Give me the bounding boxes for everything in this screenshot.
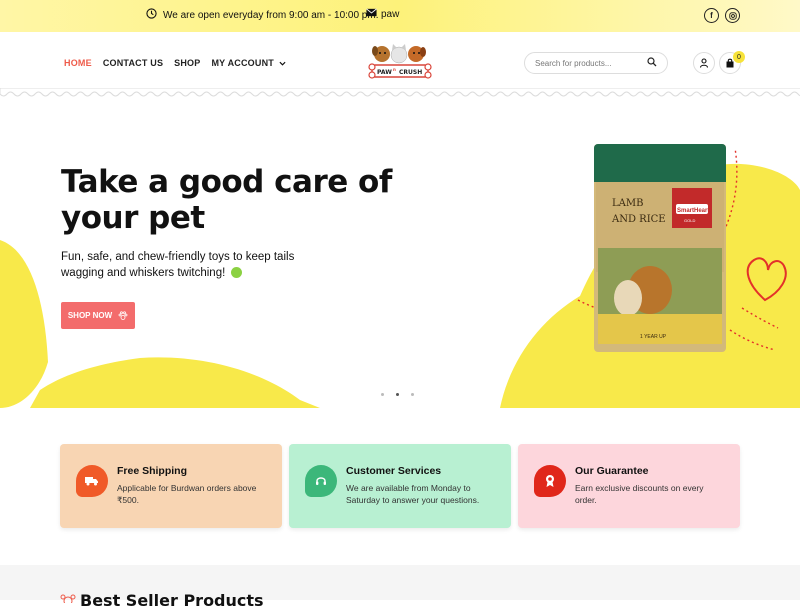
site-logo[interactable]: PAW n CRUSH xyxy=(366,41,434,85)
best-seller-section: Best Seller Products xyxy=(0,565,800,610)
product-brand: SmartHeart xyxy=(677,208,709,214)
logo-text-mid: n xyxy=(393,67,396,72)
nav-home[interactable]: HOME xyxy=(64,58,92,68)
product-sub-brand: GOLD xyxy=(684,218,695,223)
shop-now-label: SHOP NOW xyxy=(67,311,113,320)
nav-my-account-label: MY ACCOUNT xyxy=(211,58,274,68)
features-section: Free Shipping Applicable for Burdwan ord… xyxy=(0,408,800,565)
headset-icon xyxy=(305,465,337,497)
nav-my-account[interactable]: MY ACCOUNT xyxy=(211,58,286,68)
slider-dots xyxy=(381,393,414,396)
product-image[interactable]: LAMB AND RICE SmartHeart GOLD 1 YEAR UP xyxy=(594,144,726,352)
section-title: Best Seller Products xyxy=(80,591,264,610)
chevron-down-icon xyxy=(279,61,286,66)
tennis-ball-icon xyxy=(231,267,243,279)
product-age: 1 YEAR UP xyxy=(640,334,667,340)
slider-dot-active[interactable] xyxy=(396,393,399,396)
opening-hours-text: We are open everyday from 9:00 am - 10:0… xyxy=(163,9,379,21)
facebook-icon[interactable]: f xyxy=(704,8,719,23)
feature-card-free-shipping: Free Shipping Applicable for Burdwan ord… xyxy=(60,444,282,528)
feature-title: Customer Services xyxy=(346,465,442,477)
feature-desc: Applicable for Burdwan orders above ₹500… xyxy=(117,483,257,505)
hero-subtitle-text: Fun, safe, and chew-friendly toys to kee… xyxy=(61,251,295,279)
top-bar: We are open everyday from 9:00 am - 10:0… xyxy=(0,0,800,32)
nav-contact-us[interactable]: CONTACT US xyxy=(103,58,163,68)
account-button[interactable] xyxy=(693,52,715,74)
main-header: HOME CONTACT US SHOP MY ACCOUNT PAW n CR… xyxy=(0,32,800,96)
opening-hours: We are open everyday from 9:00 am - 10:0… xyxy=(146,8,378,22)
instagram-icon[interactable] xyxy=(725,8,740,23)
email-text: paw xyxy=(381,8,400,20)
logo-text-bottom: CRUSH xyxy=(399,69,422,76)
feature-title: Free Shipping xyxy=(117,465,188,477)
feature-card-customer-services: Customer Services We are available from … xyxy=(289,444,511,528)
hero-section: LAMB AND RICE SmartHeart GOLD 1 YEAR UP … xyxy=(0,100,800,408)
paw-decoration-icon xyxy=(60,594,76,603)
paw-icon xyxy=(118,310,128,320)
user-icon xyxy=(699,58,709,68)
shop-now-button[interactable]: SHOP NOW xyxy=(61,302,135,329)
feature-card-our-guarantee: Our Guarantee Earn exclusive discounts o… xyxy=(518,444,740,528)
product-label-line1: LAMB xyxy=(612,198,643,209)
logo-text-top: PAW xyxy=(377,69,392,76)
clock-icon xyxy=(146,8,157,22)
search-placeholder: Search for products... xyxy=(535,58,612,68)
main-nav: HOME CONTACT US SHOP MY ACCOUNT xyxy=(64,58,286,68)
mail-icon xyxy=(366,8,377,20)
search-icon[interactable] xyxy=(647,57,657,69)
slider-dot[interactable] xyxy=(381,393,384,396)
feature-title: Our Guarantee xyxy=(575,465,649,477)
cart-count-badge: 0 xyxy=(733,51,745,63)
nav-shop[interactable]: SHOP xyxy=(174,58,200,68)
product-label-line2: AND RICE xyxy=(611,214,666,225)
feature-desc: Earn exclusive discounts on every order. xyxy=(575,483,704,505)
feature-desc: We are available from Monday to Saturday… xyxy=(346,483,480,505)
social-links: f xyxy=(704,8,740,23)
hero-title: Take a good care of your pet xyxy=(61,164,392,236)
hero-subtitle: Fun, safe, and chew-friendly toys to kee… xyxy=(61,249,301,281)
search-input[interactable]: Search for products... xyxy=(524,52,668,74)
email-link[interactable]: paw xyxy=(366,8,399,20)
truck-icon xyxy=(76,465,108,497)
slider-dot[interactable] xyxy=(411,393,414,396)
award-icon xyxy=(534,465,566,497)
